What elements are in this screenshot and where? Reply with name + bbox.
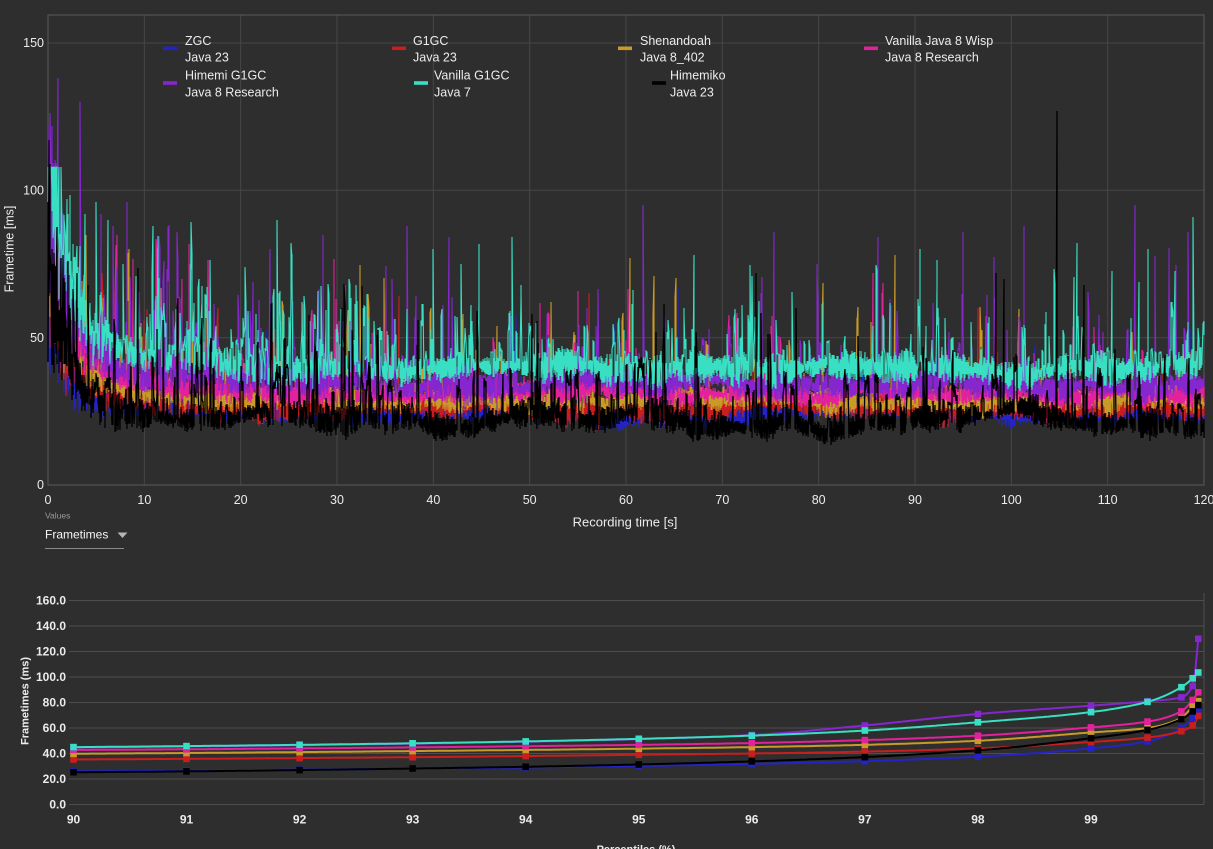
svg-text:Recording time [s]: Recording time [s]: [573, 515, 678, 530]
svg-text:Himemi G1GC: Himemi G1GC: [185, 69, 266, 83]
svg-text:93: 93: [406, 813, 420, 827]
svg-text:G1GC: G1GC: [413, 34, 448, 48]
svg-text:Frametime [ms]: Frametime [ms]: [3, 206, 17, 293]
svg-text:80: 80: [812, 493, 826, 507]
svg-text:10: 10: [137, 493, 151, 507]
svg-text:100: 100: [23, 184, 44, 198]
svg-text:Frametimes (ms): Frametimes (ms): [20, 657, 32, 745]
svg-text:0: 0: [45, 493, 52, 507]
svg-text:0: 0: [37, 478, 44, 492]
svg-text:Java 23: Java 23: [413, 51, 457, 65]
svg-text:40.0: 40.0: [43, 747, 67, 761]
svg-text:70: 70: [715, 493, 729, 507]
svg-text:0.0: 0.0: [49, 798, 66, 812]
svg-text:Java 23: Java 23: [185, 51, 229, 65]
svg-text:Frametimes: Frametimes: [45, 528, 108, 542]
svg-text:95: 95: [632, 813, 646, 827]
svg-text:60: 60: [619, 493, 633, 507]
svg-text:100: 100: [1001, 493, 1022, 507]
svg-text:Values: Values: [45, 511, 70, 521]
svg-text:110: 110: [1098, 493, 1118, 507]
svg-text:120.0: 120.0: [36, 645, 66, 659]
svg-text:98: 98: [971, 813, 985, 827]
svg-text:50: 50: [523, 493, 537, 507]
svg-text:91: 91: [180, 813, 194, 827]
svg-text:Percentiles (%): Percentiles (%): [597, 844, 676, 849]
svg-text:97: 97: [858, 813, 872, 827]
svg-text:20: 20: [234, 493, 248, 507]
svg-text:Himemiko: Himemiko: [670, 69, 726, 83]
svg-text:40: 40: [426, 493, 440, 507]
svg-text:Java 23: Java 23: [670, 85, 714, 99]
svg-text:60.0: 60.0: [43, 721, 67, 735]
svg-text:Java 8 Research: Java 8 Research: [185, 85, 279, 99]
svg-text:99: 99: [1084, 813, 1098, 827]
svg-text:Vanilla Java 8 Wisp: Vanilla Java 8 Wisp: [885, 34, 993, 48]
svg-text:80.0: 80.0: [43, 696, 67, 710]
svg-text:Java 8_402: Java 8_402: [640, 51, 705, 65]
svg-text:Java 7: Java 7: [434, 85, 471, 99]
svg-text:120: 120: [1194, 493, 1213, 507]
svg-text:50: 50: [30, 331, 44, 345]
svg-text:94: 94: [519, 813, 533, 827]
svg-text:90: 90: [67, 813, 81, 827]
svg-text:140.0: 140.0: [36, 619, 66, 633]
svg-text:Shenandoah: Shenandoah: [640, 34, 711, 48]
svg-text:ZGC: ZGC: [185, 34, 211, 48]
svg-text:Java 8 Research: Java 8 Research: [885, 51, 979, 65]
svg-text:30: 30: [330, 493, 344, 507]
svg-text:96: 96: [745, 813, 759, 827]
svg-text:Vanilla G1GC: Vanilla G1GC: [434, 69, 510, 83]
svg-text:160.0: 160.0: [36, 594, 66, 608]
svg-text:150: 150: [23, 36, 44, 50]
svg-text:92: 92: [293, 813, 307, 827]
svg-text:100.0: 100.0: [36, 670, 66, 684]
svg-text:20.0: 20.0: [43, 772, 67, 786]
svg-text:90: 90: [908, 493, 922, 507]
